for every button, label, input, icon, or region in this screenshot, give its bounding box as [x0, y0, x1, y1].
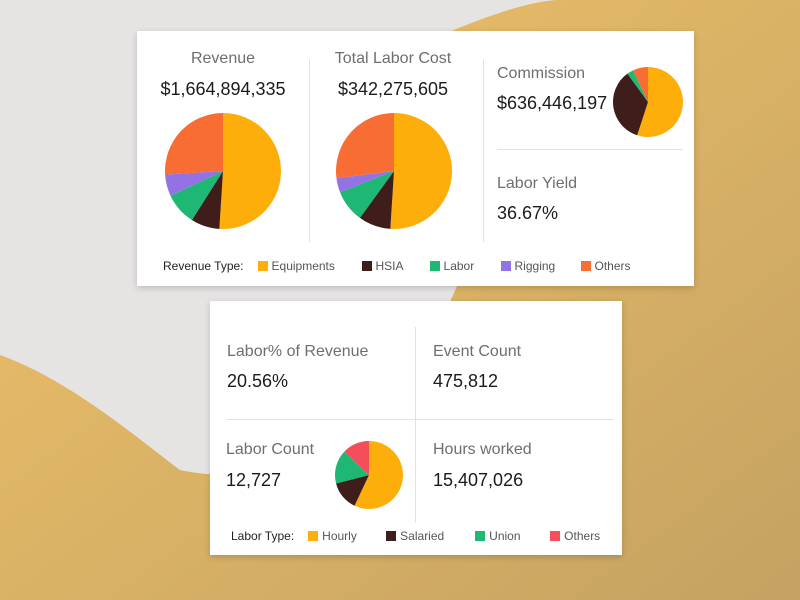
pie-slice-others	[165, 113, 223, 175]
labor-yield-value: 36.67%	[497, 203, 559, 223]
total-labor-cost-label: Total Labor Cost	[334, 50, 452, 67]
labor-yield-label: Labor Yield	[497, 175, 578, 192]
total-labor-cost-value: $342,275,605	[337, 79, 449, 99]
commission-pie-chart	[613, 67, 683, 137]
divider	[497, 149, 683, 150]
revenue-pie-chart	[165, 113, 282, 229]
event-count-label: Event Count	[433, 343, 522, 360]
total-labor-cost-pie-chart	[336, 113, 453, 229]
revenue-label: Revenue	[190, 50, 256, 67]
revenue-value: $1,664,894,335	[160, 79, 286, 99]
hours-worked-label: Hours worked	[433, 441, 532, 458]
labor-summary-card: Labor% of Revenue 20.56% Event Count 475…	[210, 301, 622, 555]
divider	[415, 327, 416, 523]
hours-worked-value: 15,407,026	[433, 470, 524, 490]
labor-pct-revenue-value: 20.56%	[227, 371, 289, 391]
equipments-swatch	[257, 261, 268, 271]
legend-item-rigging: Rigging	[500, 259, 581, 273]
labor-type-legend: Labor Type: Hourly Salaried Union Others	[231, 529, 600, 543]
rigging-swatch	[500, 261, 511, 271]
divider	[483, 59, 484, 242]
others-swatch	[550, 531, 561, 541]
legend-item-equipments: Equipments	[257, 259, 362, 273]
commission-value: $636,446,197	[497, 93, 608, 113]
union-swatch	[475, 531, 486, 541]
legend-item-others: Others	[550, 529, 600, 543]
labor-pct-revenue-label: Labor% of Revenue	[227, 343, 369, 360]
revenue-summary-card: Revenue $1,664,894,335 Total Labor Cost …	[137, 31, 694, 286]
hourly-swatch	[308, 531, 319, 541]
legend-item-labor: Labor	[429, 259, 501, 273]
revenue-type-legend: Revenue Type: Equipments HSIA Labor Rigg…	[163, 259, 631, 273]
divider	[227, 419, 613, 420]
legend-item-hourly: Hourly	[308, 529, 386, 543]
commission-label: Commission	[497, 65, 586, 82]
legend-title: Revenue Type:	[163, 259, 244, 273]
salaried-swatch	[386, 531, 397, 541]
legend-item-hsia: HSIA	[361, 259, 430, 273]
legend-item-union: Union	[475, 529, 550, 543]
event-count-value: 475,812	[433, 371, 499, 391]
legend-item-salaried: Salaried	[386, 529, 475, 543]
labor-count-value: 12,727	[226, 470, 282, 490]
labor-swatch	[429, 261, 440, 271]
pie-slice-equipments	[219, 113, 282, 229]
legend-title: Labor Type:	[231, 529, 295, 543]
labor-count-pie-chart	[335, 441, 403, 509]
pie-slice-equipments	[390, 113, 453, 229]
pie-slice-others	[336, 113, 394, 179]
hsia-swatch	[361, 261, 372, 271]
legend-item-others: Others	[580, 259, 631, 273]
others-swatch	[580, 261, 591, 271]
labor-count-label: Labor Count	[226, 441, 315, 458]
